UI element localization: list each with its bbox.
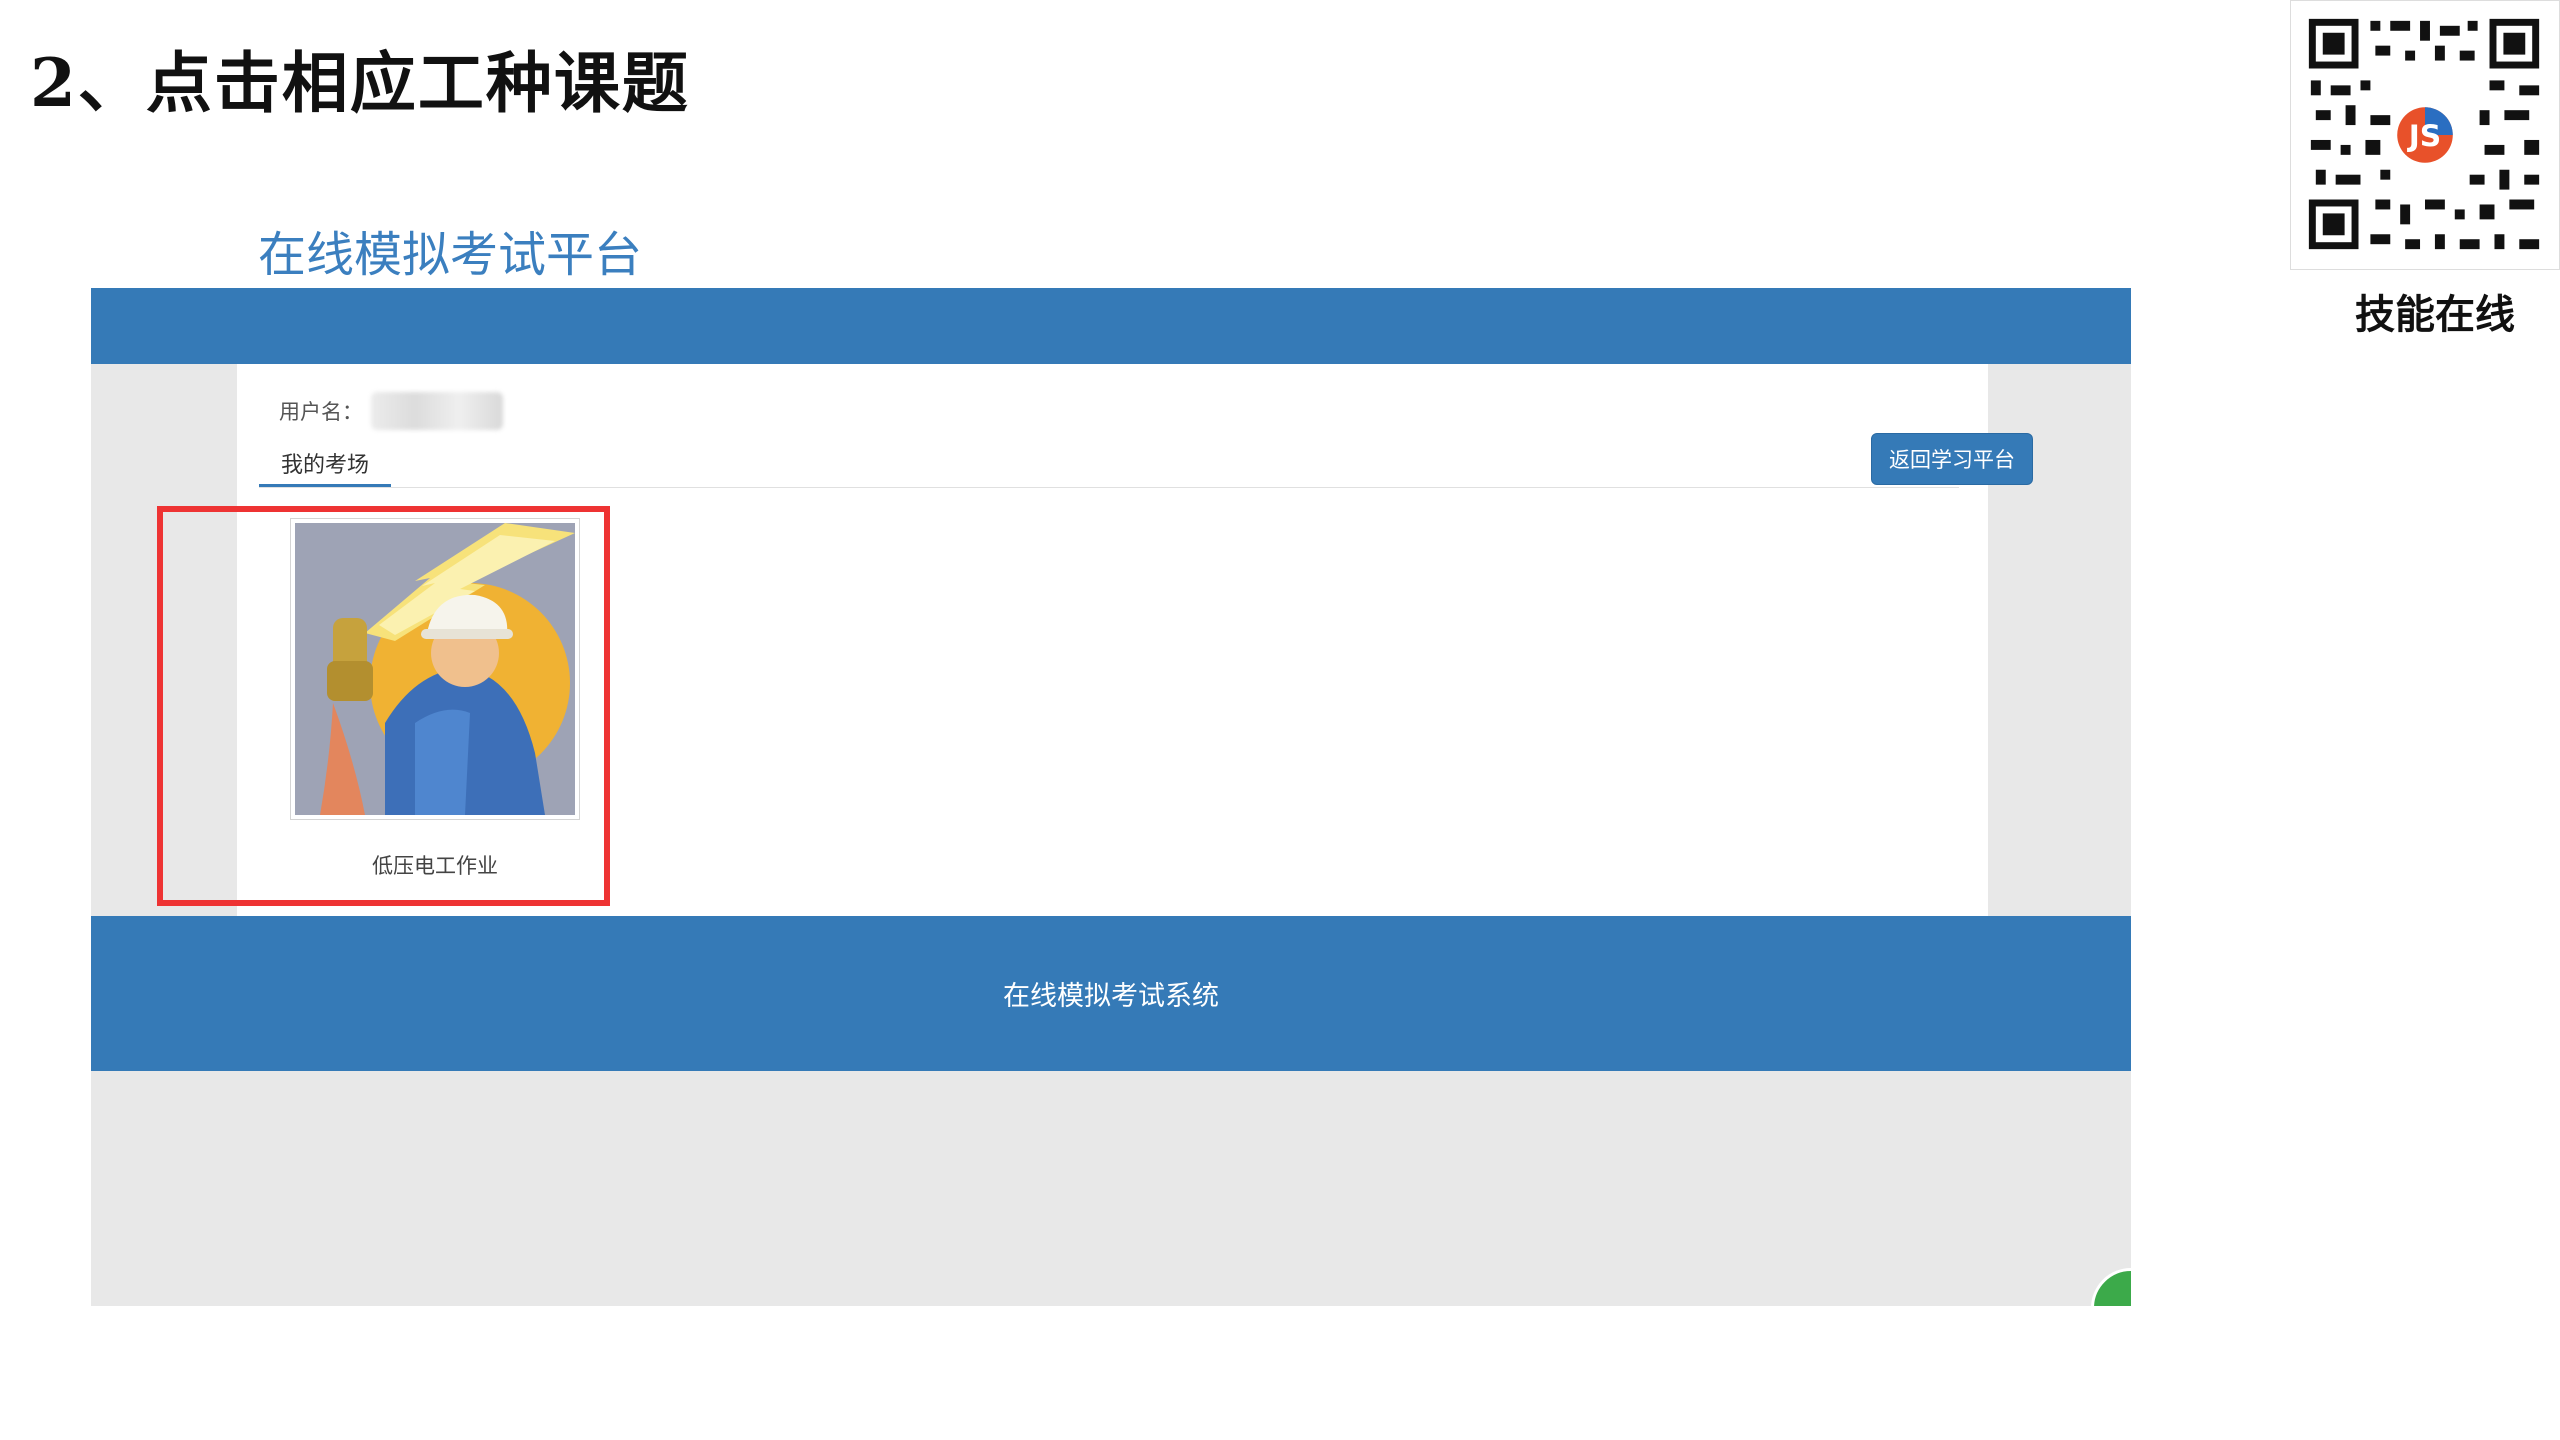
tab-divider xyxy=(259,487,1959,488)
footer-text: 在线模拟考试系统 xyxy=(1003,981,1219,1012)
course-card[interactable] xyxy=(290,518,580,820)
app-title: 在线模拟考试平台 xyxy=(258,227,643,283)
username-redacted xyxy=(371,392,503,430)
tab-my-exams[interactable]: 我的考场 xyxy=(259,441,391,487)
qr-code: JS xyxy=(2290,0,2560,270)
footer-bar: 在线模拟考试系统 xyxy=(91,916,2131,1071)
qr-code-icon: JS xyxy=(2291,1,2559,269)
floating-chat-icon[interactable] xyxy=(2091,1268,2131,1306)
username-label: 用户名： xyxy=(279,400,363,424)
electrician-illustration xyxy=(295,523,575,815)
user-info: 用户名： xyxy=(279,392,503,430)
qr-caption: 技能在线 xyxy=(2355,292,2515,338)
exam-app-window: 用户名： 我的考场 返回学习平台 低压电工作业 在线模拟考试系统 xyxy=(91,288,2131,1306)
slide-title: 2、点击相应工种课题 xyxy=(30,44,690,122)
qr-logo: JS xyxy=(2407,119,2442,154)
top-header-bar xyxy=(91,288,2131,364)
back-to-learning-button[interactable]: 返回学习平台 xyxy=(1871,433,2033,485)
course-card-label[interactable]: 低压电工作业 xyxy=(290,850,580,880)
content-panel: 用户名： 我的考场 返回学习平台 低压电工作业 xyxy=(237,364,2033,916)
